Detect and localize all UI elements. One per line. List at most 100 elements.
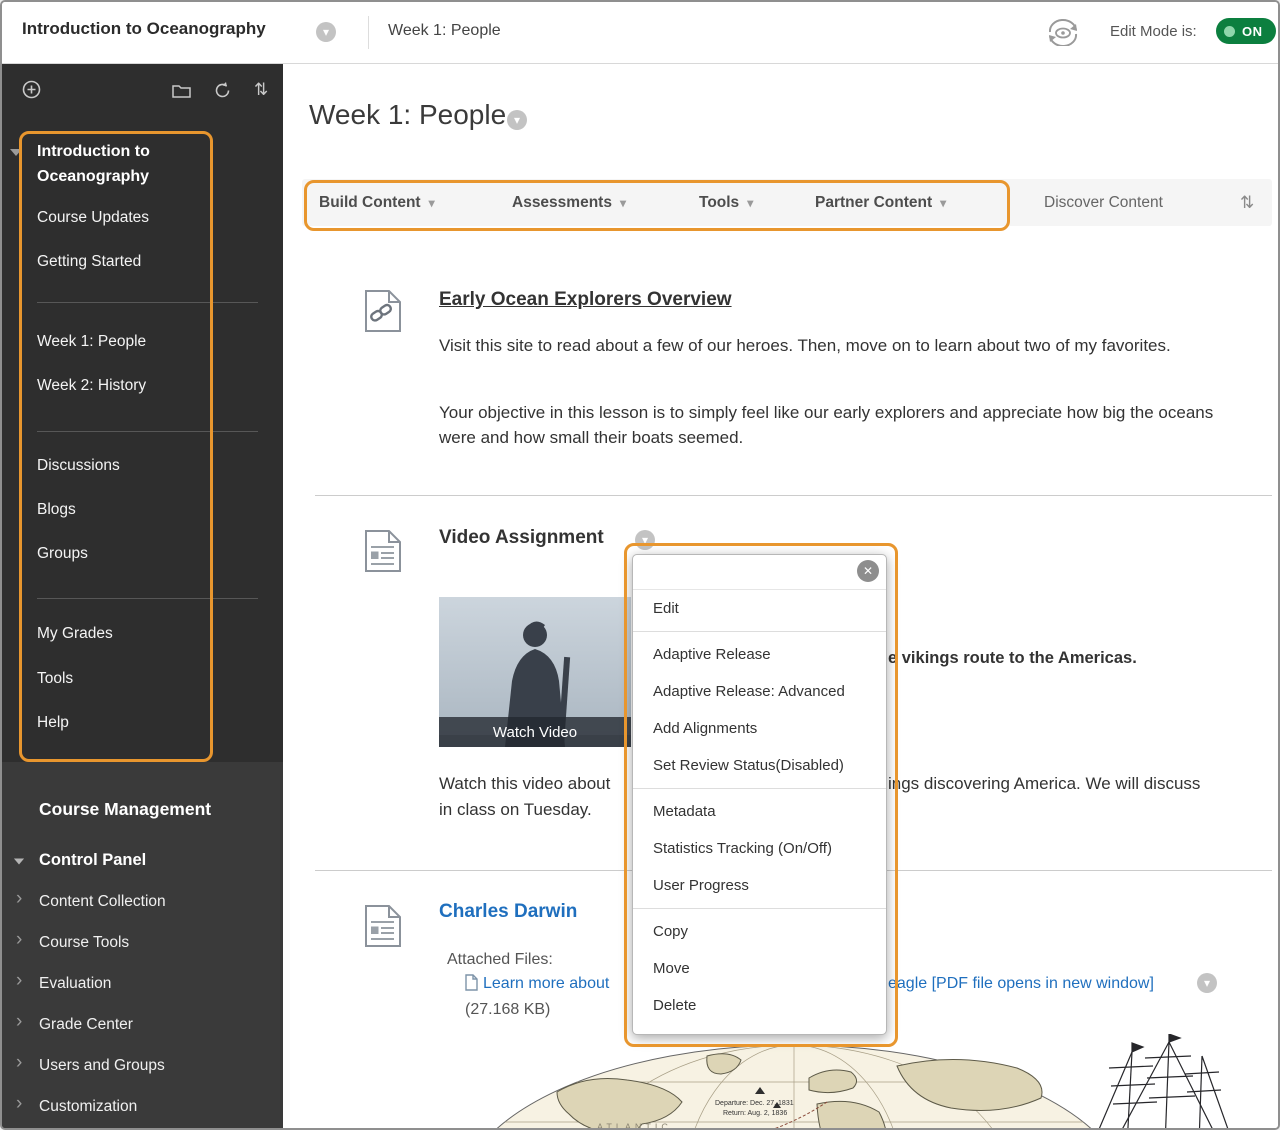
course-management-heading: Course Management: [39, 799, 211, 820]
chevron-right-icon: ›: [16, 1053, 22, 1072]
menu-divider: [37, 431, 258, 432]
chevron-down-icon: ▾: [940, 196, 946, 210]
menu-item-add-alignments[interactable]: Add Alignments: [633, 710, 886, 747]
video-thumbnail[interactable]: Watch Video: [439, 597, 631, 747]
course-title-menu-button[interactable]: ▾: [316, 22, 336, 42]
chevron-down-icon: ▾: [514, 114, 520, 126]
course-menu-sidebar: ⇅ Introduction to Oceanography Course Up…: [2, 63, 283, 1130]
chevron-down-icon: ▾: [747, 196, 753, 210]
sidebar-item-discussions[interactable]: Discussions: [37, 457, 120, 475]
sidebar-item-my-grades[interactable]: My Grades: [37, 625, 113, 643]
sidebar-item-control-panel[interactable]: Control Panel: [39, 851, 146, 870]
sidebar-item-customization[interactable]: Customization: [39, 1098, 137, 1116]
chevron-down-icon: ▾: [323, 26, 329, 38]
sidebar-item-course-entry[interactable]: Introduction to Oceanography: [37, 139, 192, 189]
student-preview-icon[interactable]: [1046, 18, 1080, 51]
top-header: Introduction to Oceanography ▾ Week 1: P…: [2, 2, 1278, 64]
toggle-dot-icon: [1224, 26, 1235, 37]
reorder-icon[interactable]: ⇅: [254, 80, 268, 100]
item-title-video-assignment[interactable]: Video Assignment: [439, 527, 604, 549]
menu-separator: [633, 908, 886, 909]
file-size-label: (27.168 KB): [465, 1001, 550, 1019]
control-panel-expand-icon[interactable]: [14, 859, 24, 865]
reorder-items-icon[interactable]: ⇅: [1240, 179, 1254, 226]
chevron-down-icon: ▾: [642, 534, 648, 546]
attached-file-link-left-fragment[interactable]: Learn more about: [483, 975, 630, 993]
menu-item-set-review-status[interactable]: Set Review Status(Disabled): [633, 747, 886, 784]
sidebar-item-course-tools[interactable]: Course Tools: [39, 934, 129, 952]
sidebar-item-help[interactable]: Help: [37, 714, 69, 732]
item-title-early-ocean-explorers[interactable]: Early Ocean Explorers Overview: [439, 289, 732, 311]
breadcrumb: Week 1: People: [388, 22, 501, 40]
world-map-image: Departure: Dec. 27, 1831 Return: Aug. 2,…: [457, 1042, 1132, 1130]
close-menu-button[interactable]: ✕: [857, 560, 879, 582]
sidebar-item-week1-people[interactable]: Week 1: People: [37, 333, 146, 351]
video-assignment-menu-button[interactable]: ▾: [635, 530, 655, 550]
action-bar: Build Content ▾ Assessments ▾ Tools ▾ Pa…: [302, 179, 1272, 226]
collapse-menu-arrow-icon[interactable]: [10, 149, 22, 156]
build-content-button[interactable]: Build Content ▾: [319, 179, 435, 226]
page-title-menu-button[interactable]: ▾: [507, 110, 527, 130]
menu-item-user-progress[interactable]: User Progress: [633, 867, 886, 904]
menu-item-metadata[interactable]: Metadata: [633, 793, 886, 830]
item2-bold-text-fragment: e vikings route to the Americas.: [888, 649, 1137, 668]
refresh-icon[interactable]: [213, 81, 232, 105]
menu-item-copy[interactable]: Copy: [633, 913, 886, 950]
header-course-title[interactable]: Introduction to Oceanography: [22, 19, 266, 39]
file-icon: [465, 974, 478, 996]
menu-item-adaptive-release[interactable]: Adaptive Release: [633, 636, 886, 673]
menu-divider: [37, 302, 258, 303]
sidebar-item-course-updates[interactable]: Course Updates: [37, 209, 149, 227]
item1-paragraph-1: Visit this site to read about a few of o…: [439, 333, 1239, 358]
breadcrumb-divider: [368, 16, 369, 49]
item2-paragraph-line2: in class on Tuesday.: [439, 800, 592, 820]
partner-content-button[interactable]: Partner Content ▾: [815, 179, 946, 226]
close-icon: ✕: [863, 564, 873, 578]
folder-view-icon[interactable]: [172, 83, 191, 103]
item2-paragraph-left-fragment: Watch this video about: [439, 774, 632, 794]
map-return-label: Return: Aug. 2, 1836: [723, 1110, 787, 1117]
sidebar-item-tools[interactable]: Tools: [37, 670, 73, 688]
sidebar-item-evaluation[interactable]: Evaluation: [39, 975, 111, 993]
chevron-down-icon: ▾: [1204, 977, 1210, 989]
edit-mode-label: Edit Mode is:: [1110, 23, 1197, 40]
menu-item-edit[interactable]: Edit: [633, 590, 886, 627]
assessments-button[interactable]: Assessments ▾: [512, 179, 626, 226]
url-item-icon: [363, 289, 403, 338]
partner-content-label: Partner Content: [815, 194, 932, 212]
context-menu-header: ✕: [633, 555, 886, 590]
attached-file-menu-button[interactable]: ▾: [1197, 973, 1217, 993]
attached-file-link-right-fragment[interactable]: eagle [PDF file opens in new window]: [888, 975, 1154, 993]
menu-item-delete[interactable]: Delete: [633, 987, 886, 1024]
item-title-charles-darwin[interactable]: Charles Darwin: [439, 901, 577, 923]
watch-video-caption: Watch Video: [439, 717, 631, 747]
sidebar-item-users-groups[interactable]: Users and Groups: [39, 1057, 165, 1075]
item2-paragraph-right-fragment: ings discovering America. We will discus…: [888, 774, 1200, 794]
content-item-icon: [363, 529, 403, 578]
chevron-right-icon: ›: [16, 971, 22, 990]
sidebar-item-week2-history[interactable]: Week 2: History: [37, 377, 146, 395]
menu-separator: [633, 631, 886, 632]
discover-content-button[interactable]: Discover Content: [1044, 179, 1163, 226]
sidebar-item-content-collection[interactable]: Content Collection: [39, 893, 166, 911]
menu-item-statistics-tracking[interactable]: Statistics Tracking (On/Off): [633, 830, 886, 867]
map-ocean-label: ATLANTIC: [597, 1122, 672, 1130]
menu-item-move[interactable]: Move: [633, 950, 886, 987]
sort-arrows-icon: ⇅: [1240, 193, 1254, 213]
edit-mode-toggle[interactable]: ON: [1216, 18, 1276, 44]
sidebar-item-groups[interactable]: Groups: [37, 545, 88, 563]
sidebar-item-blogs[interactable]: Blogs: [37, 501, 76, 519]
tools-label: Tools: [699, 194, 739, 212]
add-menu-item-icon[interactable]: [22, 80, 41, 104]
assessments-label: Assessments: [512, 194, 612, 212]
sidebar-item-grade-center[interactable]: Grade Center: [39, 1016, 133, 1034]
build-content-label: Build Content: [319, 194, 421, 212]
tools-button[interactable]: Tools ▾: [699, 179, 753, 226]
chevron-down-icon: ▾: [620, 196, 626, 210]
menu-item-adaptive-release-advanced[interactable]: Adaptive Release: Advanced: [633, 673, 886, 710]
sidebar-item-getting-started[interactable]: Getting Started: [37, 253, 141, 271]
content-item-icon: [363, 904, 403, 953]
edit-mode-value: ON: [1242, 24, 1263, 39]
application-window: Introduction to Oceanography ▾ Week 1: P…: [0, 0, 1280, 1130]
menu-divider: [37, 598, 258, 599]
